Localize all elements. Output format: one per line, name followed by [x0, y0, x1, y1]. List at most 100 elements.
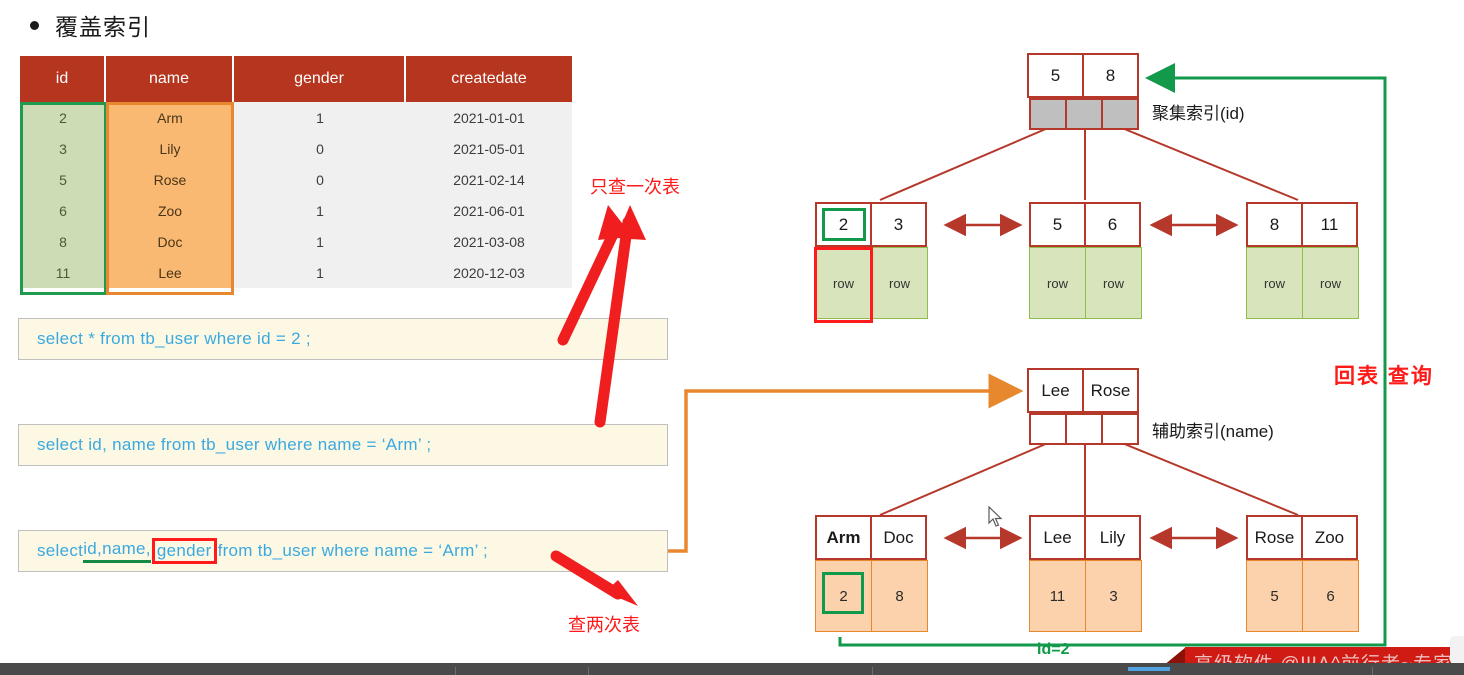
arrowhead-once-a	[598, 205, 632, 240]
clustered-leaf-row: row	[1246, 247, 1303, 319]
page-heading: 覆盖索引	[30, 8, 151, 42]
cell-id: 6	[20, 195, 106, 226]
cell-createdate: 2021-05-01	[406, 133, 572, 164]
cell-name: Lee	[106, 257, 234, 288]
clustered-leaf-row: row	[1085, 247, 1142, 319]
secondary-root-node: Lee Rose	[1027, 368, 1139, 445]
annotation-table-lookup: 回表 查询	[1334, 365, 1434, 388]
cell-name: Arm	[106, 102, 234, 133]
cell-gender: 1	[234, 195, 406, 226]
cell-gender: 1	[234, 257, 406, 288]
sql-gender-highlight-box: gender	[151, 538, 217, 564]
clustered-leaf-row: row	[871, 247, 928, 319]
sql-statement-1: select * from tb_user where id = 2 ;	[18, 318, 668, 360]
secondary-leaf-key: Lee	[1029, 515, 1086, 560]
secondary-leaf-pk: 8	[871, 560, 928, 632]
cell-createdate: 2021-01-01	[406, 102, 572, 133]
secondary-leaf-key: Rose	[1246, 515, 1303, 560]
label-id-equals-2: id=2	[1037, 641, 1070, 658]
clustered-leaf-key: 11	[1301, 202, 1358, 247]
clustered-root-pointers	[879, 127, 1299, 201]
page-title: 覆盖索引	[55, 14, 151, 40]
clustered-root-pointer-row	[1029, 98, 1139, 130]
secondary-leaf-pk: 5	[1246, 560, 1303, 632]
table-row: 11 Lee 1 2020-12-03	[20, 257, 572, 288]
secondary-leaf-node-1: Arm 2 Doc 8	[815, 515, 928, 632]
cell-gender: 1	[234, 226, 406, 257]
cell-id: 11	[20, 257, 106, 288]
cell-name: Lily	[106, 133, 234, 164]
cell-createdate: 2021-02-14	[406, 164, 572, 195]
secondary-leaf-node-2: Lee 11 Lily 3	[1029, 515, 1142, 632]
column-header-gender: gender	[234, 56, 406, 102]
clustered-leaf-node-2: 5 row 6 row	[1029, 202, 1142, 319]
secondary-leaf-key: Arm	[815, 515, 872, 560]
pointer-cell	[1101, 98, 1139, 130]
clustered-leaf-key: 6	[1084, 202, 1141, 247]
cell-name: Zoo	[106, 195, 234, 226]
secondary-leaf-pk: 3	[1085, 560, 1142, 632]
table-row: 3 Lily 0 2021-05-01	[20, 133, 572, 164]
video-player-bar[interactable]	[0, 663, 1464, 675]
clustered-leaf-key: 5	[1029, 202, 1086, 247]
cell-id: 2	[20, 102, 106, 133]
bullet-dot-icon	[30, 20, 39, 30]
table-row: 8 Doc 1 2021-03-08	[20, 226, 572, 257]
pointer-cell	[1029, 413, 1067, 445]
cell-name: Doc	[106, 226, 234, 257]
secondary-root-pointers	[879, 442, 1299, 516]
sql-text-3-suffix: from tb_user where name = ‘Arm’ ;	[217, 541, 489, 560]
sql-text-3-prefix: select	[37, 541, 84, 560]
secondary-leaf-key: Doc	[870, 515, 927, 560]
secondary-root-key: Lee	[1027, 368, 1084, 413]
secondary-leaf-node-3: Rose 5 Zoo 6	[1246, 515, 1359, 632]
table-row: 5 Rose 0 2021-02-14	[20, 164, 572, 195]
secondary-leaf-pk: 11	[1029, 560, 1086, 632]
cell-gender: 1	[234, 102, 406, 133]
column-header-id: id	[20, 56, 106, 102]
column-header-createdate: createdate	[406, 56, 572, 102]
clustered-leaf-row: row	[1302, 247, 1359, 319]
sql-covered-columns-underline: id,name,	[83, 539, 151, 563]
secondary-leaf-pk: 6	[1302, 560, 1359, 632]
clustered-leaf-key: 3	[870, 202, 927, 247]
clustered-root-key: 5	[1027, 53, 1084, 98]
cell-id: 5	[20, 164, 106, 195]
cell-id: 3	[20, 133, 106, 164]
video-progress-indicator[interactable]	[1128, 667, 1170, 671]
cell-createdate: 2021-06-01	[406, 195, 572, 226]
table-row: 6 Zoo 1 2021-06-01	[20, 195, 572, 226]
clustered-leaf-node-3: 8 row 11 row	[1246, 202, 1359, 319]
column-header-name: name	[106, 56, 234, 102]
clustered-leaf-key: 8	[1246, 202, 1303, 247]
cell-createdate: 2020-12-03	[406, 257, 572, 288]
page-corner-decor	[1450, 636, 1464, 664]
clustered-root-node: 5 8	[1027, 53, 1139, 130]
cell-id: 8	[20, 226, 106, 257]
arrowhead-twice	[605, 580, 638, 606]
label-secondary-index: 辅助索引(name)	[1152, 422, 1274, 441]
clustered-leaf-row: row	[1029, 247, 1086, 319]
pointer-cell	[1065, 413, 1103, 445]
cell-gender: 0	[234, 133, 406, 164]
secondary-root-key: Rose	[1082, 368, 1139, 413]
secondary-leaf-key: Zoo	[1301, 515, 1358, 560]
clustered-leaf-node-1: 2 row 3 row	[815, 202, 928, 319]
clustered-leaf-key: 2	[815, 202, 872, 247]
cell-gender: 0	[234, 164, 406, 195]
secondary-leaf-key: Lily	[1084, 515, 1141, 560]
annotation-query-once: 只查一次表	[590, 177, 680, 197]
label-clustered-index: 聚集索引(id)	[1152, 104, 1245, 123]
secondary-root-pointer-row	[1029, 413, 1139, 445]
cell-name: Rose	[106, 164, 234, 195]
clustered-leaf-row: row	[815, 247, 872, 319]
pointer-cell	[1101, 413, 1139, 445]
arrowhead-once-b	[616, 205, 646, 240]
pointer-cell	[1029, 98, 1067, 130]
table-header-row: id name gender createdate	[20, 56, 572, 102]
mouse-cursor-icon	[988, 506, 1003, 527]
clustered-root-key: 8	[1082, 53, 1139, 98]
sql-statement-3: select id,name, gender from tb_user where…	[18, 530, 668, 572]
slide-canvas: 覆盖索引 id name gender createdate 2 Arm 1 2…	[0, 0, 1464, 675]
table-row: 2 Arm 1 2021-01-01	[20, 102, 572, 133]
